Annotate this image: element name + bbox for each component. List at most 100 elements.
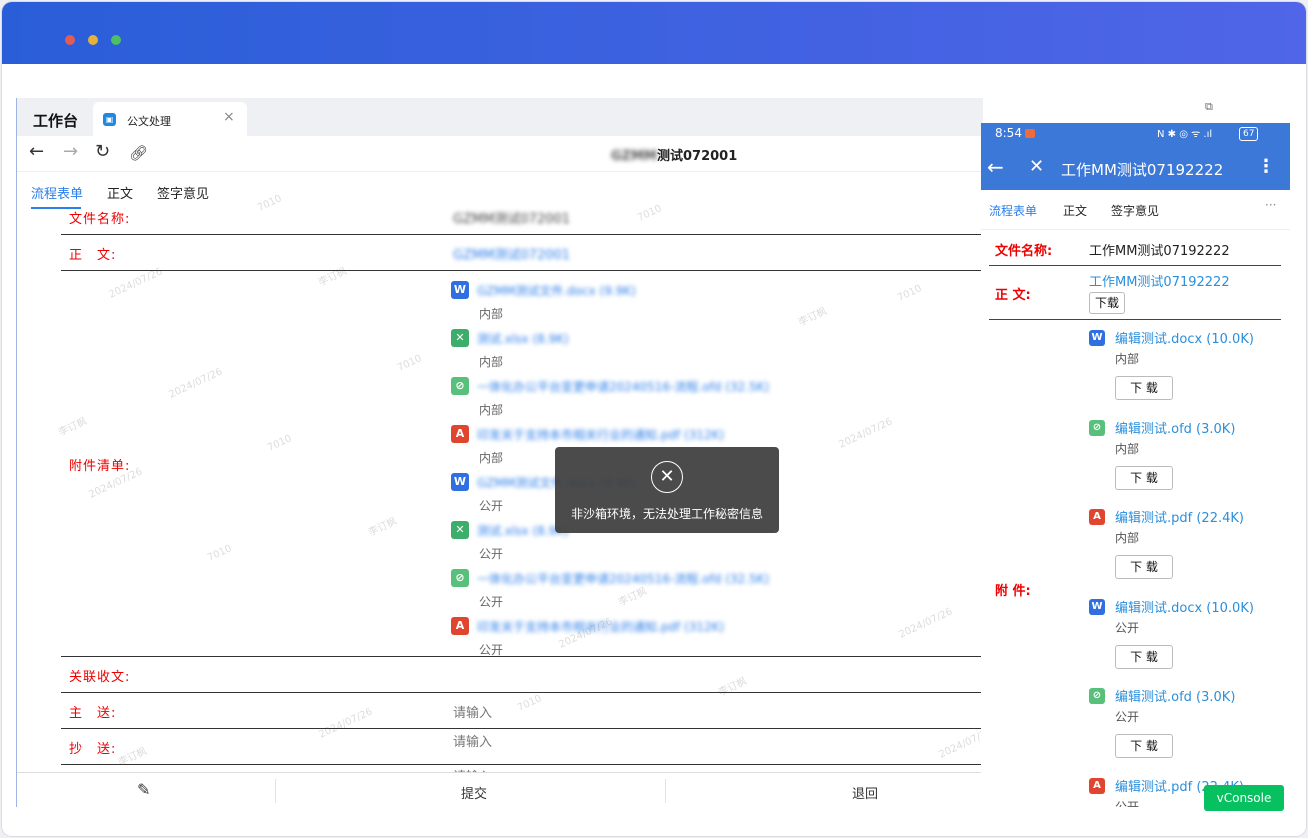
download-button[interactable]: 下 载 (1115, 644, 1173, 669)
app-frame: 7010 2024/07/26 李订枫 7010 2024/07/26 李订枫 7010 20… (2, 2, 1306, 836)
body-download-button[interactable]: 下载 (1089, 292, 1125, 314)
refresh-icon[interactable]: ↻ (95, 141, 110, 162)
back-arrow-icon[interactable]: ← (987, 155, 1004, 179)
word-icon: W (1089, 330, 1105, 346)
tab-signature-opinions[interactable]: 签字意见 (1111, 202, 1159, 219)
pdf-icon: A (1089, 777, 1105, 794)
word-icon: W (451, 473, 469, 491)
attachment-item: ⊘ 一体化办公平台变更申请20240516-流程.ofd (32.5K) 内部 (451, 377, 971, 425)
file-name-label: 文件名称: (995, 244, 1053, 259)
copy-send-row: 抄 送: 请输入 (61, 729, 983, 765)
attachment-link[interactable]: 印发关于支持本市相关行业的通知.pdf (312K) (477, 618, 724, 635)
battery-icon: 67 (1239, 127, 1259, 141)
toast-message: 非沙箱环境，无法处理工作秘密信息 (570, 507, 763, 521)
return-button[interactable]: 退回 (852, 783, 878, 802)
error-toast: ✕ 非沙箱环境，无法处理工作秘密信息 (555, 447, 779, 533)
phone-tabs: 流程表单 正文 签字意见 ··· (981, 190, 1290, 230)
restore-window-icon[interactable]: ⧉ (1205, 100, 1213, 114)
more-horiz-icon[interactable]: ··· (1265, 198, 1276, 212)
tab-body-text[interactable]: 正文 (107, 183, 133, 202)
forward-arrow-icon[interactable]: → (63, 141, 78, 162)
main-send-input[interactable]: 请输入 (453, 702, 492, 721)
tab-label: 公文处理 (127, 115, 171, 128)
download-button[interactable]: 下 载 (1115, 465, 1173, 490)
download-button[interactable]: 下 载 (1115, 376, 1173, 400)
vconsole-button[interactable]: vConsole (1204, 785, 1284, 811)
attachment-link[interactable]: 一体化办公平台变更申请20240516-流程.ofd (32.5K) (477, 570, 769, 587)
row-divider (989, 319, 1281, 320)
tab-document-processing[interactable]: ▣ 公文处理 × (93, 102, 247, 136)
attachment-scope: 公开 (1115, 799, 1140, 808)
attachment-link[interactable]: 编辑测试.pdf (22.4K) (1115, 507, 1244, 526)
attachment-scope: 内部 (479, 355, 504, 369)
attachment-link[interactable]: 一体化办公平台变更申请20240516-流程.ofd (32.5K) (477, 378, 769, 395)
attachment-scope: 公开 (479, 499, 504, 513)
download-button[interactable]: 下 载 (1115, 555, 1173, 579)
body-row: 正 文: GZMM测试072001 (61, 235, 983, 271)
attachment-scope: 内部 (1115, 441, 1140, 456)
sub-tabs: 流程表单 正文 签字意见 (17, 172, 983, 210)
ofd-icon: ⊘ (451, 377, 469, 395)
pencil-icon[interactable]: ✎ (137, 780, 150, 799)
attachment-scope: 内部 (1115, 531, 1140, 545)
download-button[interactable]: 下 载 (1115, 734, 1173, 758)
bottom-action-bar: ✎ 提交 退回 (17, 772, 983, 807)
tab-signature-opinions[interactable]: 签字意见 (157, 183, 209, 202)
ofd-icon: ⊘ (1089, 688, 1105, 704)
tab-flow-form[interactable]: 流程表单 (989, 202, 1037, 219)
tab-body-text[interactable]: 正文 (1063, 202, 1087, 219)
related-row: 关联收文: (61, 657, 983, 693)
attachment-item: ✕ 测试.xlsx (8.9K) 内部 (451, 329, 971, 377)
attachment-scope: 公开 (479, 595, 504, 609)
close-icon[interactable]: × (223, 109, 235, 125)
minimize-window-dot[interactable] (88, 35, 98, 45)
attachment-scope: 内部 (1115, 352, 1140, 366)
attachment-link[interactable]: 编辑测试.docx (10.0K) (1115, 328, 1254, 347)
more-vert-icon[interactable]: ⋮ (1257, 156, 1275, 177)
attachment-link[interactable]: GZMM测试文件.docx (9.9K) (477, 282, 636, 299)
close-window-dot[interactable] (65, 35, 75, 45)
copy-send-input[interactable]: 请输入 (453, 731, 492, 750)
document-title: GZMM测试072001 (611, 145, 737, 164)
file-name-value: GZMM测试072001 (453, 212, 571, 227)
attachment-link[interactable]: 编辑测试.ofd (3.0K) (1115, 418, 1235, 437)
phone-attachment-item: ⊘ 编辑测试.ofd (3.0K) 内部下 载 (1089, 418, 1279, 508)
blurred-title-prefix: GZMM (611, 149, 657, 164)
submit-button[interactable]: 提交 (461, 783, 487, 802)
maximize-window-dot[interactable] (111, 35, 121, 45)
window-titlebar (2, 2, 1306, 64)
tab-strip: 工作台 ▣ 公文处理 × (17, 98, 983, 136)
divider (665, 779, 666, 803)
status-icons: N ✱ ◎ ᯤ .ıl (1157, 129, 1213, 140)
phone-page-title: 工作MM测试07192222 (1061, 161, 1224, 179)
attachment-item: W GZMM测试文件.docx (9.9K) 内部 (451, 281, 971, 329)
phone-attachment-item: W 编辑测试.docx (10.0K) 内部下 载 (1089, 328, 1279, 418)
attachment-scope: 公开 (479, 643, 504, 657)
phone-attachment-item: ⊘ 编辑测试.ofd (3.0K) 公开下 载 (1089, 686, 1279, 776)
attachment-link[interactable]: 测试.xlsx (8.9K) (477, 330, 569, 347)
phone-attachment-item: W 编辑测试.docx (10.0K) 公开下 载 (1089, 597, 1279, 687)
attachment-scope: 内部 (479, 307, 504, 321)
ofd-icon: ⊘ (1089, 419, 1105, 436)
excel-icon: ✕ (451, 521, 469, 539)
main-send-row: 主 送: 请输入 (61, 693, 983, 729)
attachment-link[interactable]: 编辑测试.docx (10.0K) (1115, 597, 1254, 616)
mobile-preview: 8:54 N ✱ ◎ ᯤ .ıl 67 ← ✕ 工作MM测试07192222 ⋮… (981, 123, 1290, 807)
status-bar: 8:54 N ✱ ◎ ᯤ .ıl 67 (981, 123, 1290, 145)
document-app-icon: ▣ (103, 113, 116, 126)
notification-icon (1025, 129, 1035, 138)
copy-send-label: 抄 送: (69, 742, 117, 757)
attachment-link[interactable]: 编辑测试.ofd (3.0K) (1115, 686, 1235, 705)
attachment-scope: 公开 (479, 547, 504, 561)
title-suffix: 测试072001 (656, 149, 738, 164)
app-bar: ← ✕ 工作MM测试07192222 ⋮ (981, 145, 1290, 190)
close-icon[interactable]: ✕ (1029, 156, 1044, 177)
body-label: 正 文: (69, 248, 117, 263)
body-link[interactable]: GZMM测试072001 (453, 244, 570, 263)
tab-flow-form[interactable]: 流程表单 (31, 183, 83, 202)
back-arrow-icon[interactable]: ← (29, 141, 44, 162)
attachment-link[interactable]: 印发关于支持本市相关行业的通知.pdf (312K) (477, 426, 724, 443)
pdf-icon: A (1089, 509, 1105, 525)
body-link[interactable]: 工作MM测试07192222 (1089, 271, 1230, 290)
link-icon[interactable]: 🔗︎ (129, 144, 148, 162)
